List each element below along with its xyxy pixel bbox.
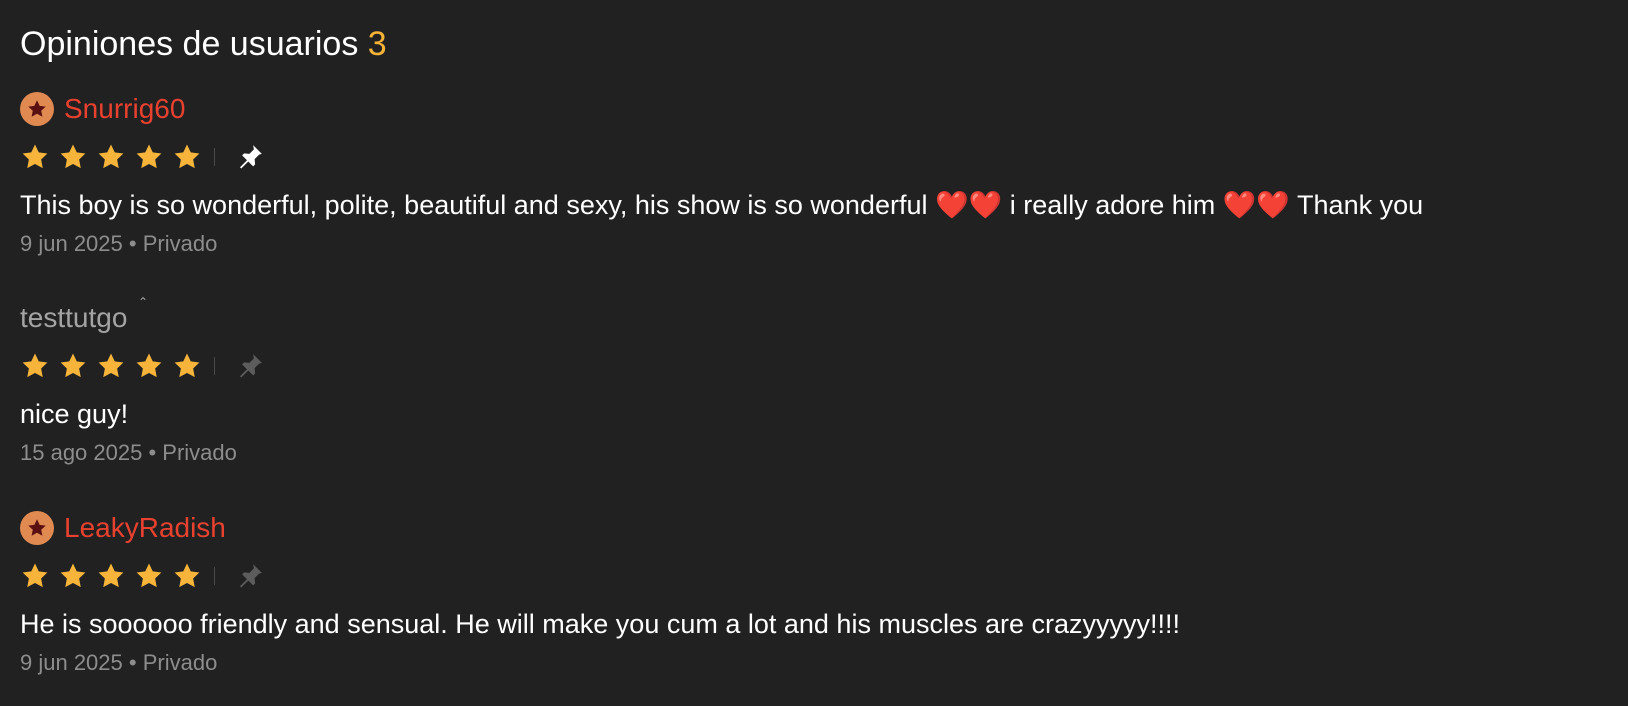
star-icon [20,142,50,172]
star-icon [20,351,50,381]
review-rating [20,137,1600,177]
rating-divider [214,567,215,585]
review-date: 9 jun 2025 [20,231,123,256]
user-reviews-section: Opiniones de usuarios 3 Snurrig60 This b… [0,0,1628,706]
meta-separator: • [148,440,157,465]
reviews-count: 3 [367,25,387,63]
review-text: nice guy! [20,399,129,429]
pin-icon[interactable] [235,561,265,591]
star-icon [172,351,202,381]
review-item: LeakyRadish He is soooooo friendly and s… [20,508,1600,678]
star-icon [96,561,126,591]
star-icon [58,561,88,591]
review-rating [20,556,1600,596]
star-icon [134,351,164,381]
review-user-row: testtutgo ⌃ [20,295,1600,338]
review-item: testtutgo ⌃ nice guy! 15 ago 2025 • Priv… [20,295,1600,468]
rating-divider [214,148,215,166]
review-user-row: LeakyRadish [20,508,1600,548]
star-icon [134,561,164,591]
review-visibility: Privado [142,650,218,675]
review-date: 15 ago 2025 [20,440,143,465]
star-icon [134,142,164,172]
review-meta: 9 jun 2025 • Privado [20,229,1600,259]
mark-icon: ⌃ [138,295,149,309]
star-icon [58,351,88,381]
reviews-header: Opiniones de usuarios 3 [20,22,387,66]
star-badge-icon [20,92,54,126]
star-icon [172,561,202,591]
star-badge-icon [20,511,54,545]
review-visibility: Privado [142,231,218,256]
star-icon [96,142,126,172]
review-username[interactable]: LeakyRadish [64,511,226,545]
review-date: 9 jun 2025 [20,650,123,675]
review-text: He is soooooo friendly and sensual. He w… [20,609,1181,639]
review-visibility: Privado [162,440,237,465]
star-icon [58,142,88,172]
review-username[interactable]: testtutgo [20,301,127,335]
review-text: This boy is so wonderful, polite, beauti… [20,190,1424,220]
review-item: Snurrig60 This boy is so wonderful, poli… [20,89,1600,259]
review-meta: 15 ago 2025 • Privado [20,438,1600,468]
star-icon [172,142,202,172]
pin-icon[interactable] [235,351,265,381]
star-icon [96,351,126,381]
review-rating [20,346,1600,386]
meta-separator: • [128,231,137,256]
meta-separator: • [128,650,137,675]
review-meta: 9 jun 2025 • Privado [20,648,1600,678]
pin-icon[interactable] [235,142,265,172]
review-username[interactable]: Snurrig60 [64,92,185,126]
rating-divider [214,357,215,375]
star-icon [20,561,50,591]
review-user-row: Snurrig60 [20,89,1600,129]
reviews-title: Opiniones de usuarios [20,25,359,63]
